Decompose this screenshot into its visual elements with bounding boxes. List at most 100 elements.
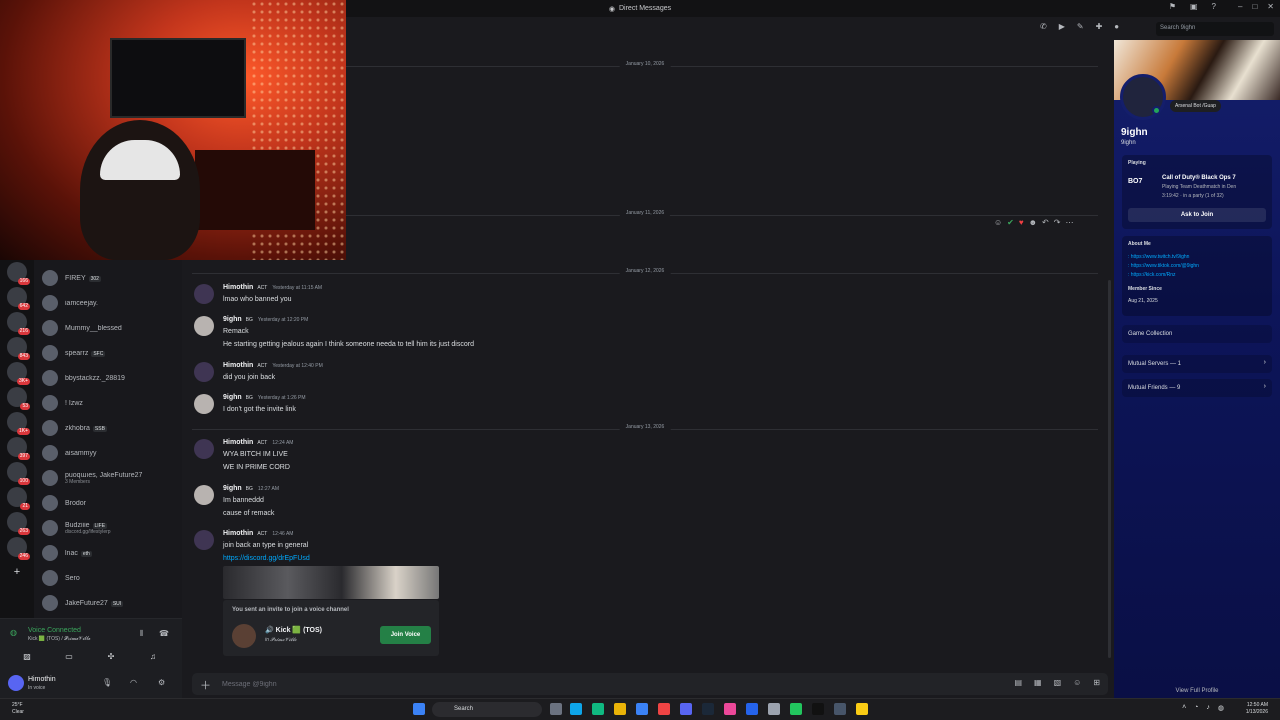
join-voice-button[interactable]: Join Voice [380,626,431,644]
message-author[interactable]: Himothin [223,530,253,537]
search-input[interactable]: Search 9ighn [1156,22,1274,36]
user-profile-icon[interactable]: ● [1114,22,1119,31]
server-icon[interactable]: 100 [7,462,30,485]
avatar[interactable] [194,394,214,414]
server-icon[interactable]: 216 [7,312,30,335]
video-call-icon[interactable]: ▶ [1059,22,1065,31]
add-reaction-icon[interactable]: ☻ [1029,218,1037,227]
dm-item[interactable]: bbystackzz._28819 [42,367,178,389]
disconnect-icon[interactable]: ☎ [159,629,169,638]
explorer-icon[interactable] [614,703,626,715]
invite-link[interactable]: https://discord.gg/drEpFUsd [223,555,310,562]
sticker-icon[interactable]: ▧ [1054,678,1062,687]
server-icon[interactable]: 1K+ [7,412,30,435]
avatar[interactable] [194,485,214,505]
obs-icon[interactable] [768,703,780,715]
message-author[interactable]: Himothin [223,439,253,446]
bell-icon[interactable]: ◍ [1218,704,1224,712]
settings-gear-icon[interactable]: ⚙ [158,678,165,687]
task-view-icon[interactable] [550,703,562,715]
close-icon[interactable]: ✕ [1267,2,1274,11]
kick-link[interactable]: : https://kick.com/Rnz [1128,272,1176,278]
avatar[interactable] [194,439,214,459]
game-collection-row[interactable]: Game Collection [1122,325,1272,343]
network-icon[interactable]: ◔ [1194,704,1198,712]
taskbar-search[interactable]: Search [432,702,542,717]
reaction-laugh-icon[interactable]: ☺ [994,218,1002,227]
maximize-icon[interactable]: □ [1252,2,1257,11]
discord-taskbar-icon[interactable] [680,703,692,715]
system-clock[interactable]: 12:50 AM 1/13/2026 [1246,702,1268,716]
emoji-icon[interactable]: ☺ [1073,678,1081,687]
server-icon[interactable]: 21 [7,487,30,510]
mutual-servers-row[interactable]: Mutual Servers — 1 › [1122,355,1272,373]
headphones-icon[interactable]: ◠ [130,678,137,687]
server-icon[interactable]: 397 [7,437,30,460]
screenshare-button[interactable]: ▭ [52,649,86,663]
mutual-friends-row[interactable]: Mutual Friends — 9 › [1122,379,1272,397]
microphone-icon[interactable]: 🎙 [102,678,112,687]
weather-widget[interactable]: 25°F Clear [12,702,24,716]
inbox-icon[interactable]: ⚑ [1169,2,1176,11]
volume-icon[interactable]: ♪ [1206,704,1210,712]
edge-icon[interactable] [570,703,582,715]
attach-plus-icon[interactable]: ＋ [200,677,211,693]
message-author[interactable]: 9ighn [223,394,242,401]
soundboard-button[interactable]: ♫ [136,649,170,663]
apps-icon[interactable]: ⊞ [1093,678,1100,687]
embed-image[interactable] [223,566,439,599]
activities-button[interactable]: ✣ [94,649,128,663]
dm-item[interactable]: lnac eth [42,542,178,564]
camera-button[interactable]: ▨ [10,649,44,663]
user-name[interactable]: Himothin [28,676,56,683]
chevron-up-icon[interactable]: ˄ [1182,704,1186,712]
server-icon[interactable]: 246 [7,537,30,560]
dm-item[interactable]: FIREY 302 [42,267,178,289]
message-input[interactable] [222,677,982,691]
reply-icon[interactable]: ↶ [1042,218,1049,227]
pin-icon[interactable]: ✎ [1077,22,1084,31]
app-icon[interactable] [790,703,802,715]
more-icon[interactable]: ⋯ [1065,218,1073,227]
signal-icon[interactable]: ◍ [10,628,17,637]
voice-status[interactable]: Voice Connected [28,627,81,634]
dm-item[interactable]: JakeFuture27 SUI [42,592,178,614]
view-full-profile-link[interactable]: View Full Profile [1114,688,1280,694]
server-icon[interactable]: 843 [7,337,30,360]
avatar[interactable] [194,530,214,550]
reaction-check-icon[interactable]: ✔ [1007,218,1014,227]
ask-to-join-button[interactable]: Ask to Join [1128,208,1266,222]
add-friends-icon[interactable]: ✚ [1096,22,1103,31]
add-server-icon[interactable]: + [7,562,27,582]
dm-item[interactable]: iamceejay. [42,292,178,314]
instagram-icon[interactable] [724,703,736,715]
voice-call-icon[interactable]: ✆ [1040,22,1047,31]
app-icon[interactable] [746,703,758,715]
chrome-icon[interactable] [658,703,670,715]
server-icon[interactable]: 263 [7,512,30,535]
tiktok-icon[interactable] [812,703,824,715]
minimize-icon[interactable]: – [1238,2,1242,11]
dm-item[interactable]: Sero [42,567,178,589]
dm-item[interactable]: Budziiie LIFE discord.gg/lifestylerp [42,517,178,539]
help-icon[interactable]: ? [1212,2,1216,11]
gif-icon[interactable]: ▦ [1034,678,1042,687]
twitch-link[interactable]: : https://www.twitch.tv/9ighn [1128,254,1189,260]
avatar[interactable] [194,316,214,336]
message-author[interactable]: 9ighn [223,316,242,323]
screen-icon[interactable]: ▣ [1190,2,1198,11]
message-author[interactable]: Himothin [223,284,253,291]
reaction-heart-icon[interactable]: ♥ [1019,218,1024,227]
dm-item[interactable]: Mummy__blessed [42,317,178,339]
forward-icon[interactable]: ↷ [1054,218,1061,227]
message-author[interactable]: 9ighn [223,485,242,492]
server-icon[interactable]: 53 [7,387,30,410]
copilot-icon[interactable] [592,703,604,715]
dm-item[interactable]: aisammyy [42,442,178,464]
dm-group-item[interactable]: puoqɯıes, JakeFuture27 3 Members [42,467,178,489]
gift-icon[interactable]: ▤ [1014,678,1022,687]
server-icon[interactable]: 642 [7,287,30,310]
server-icon[interactable]: 3K+ [7,362,30,385]
message-author[interactable]: Himothin [223,362,253,369]
avatar[interactable] [194,284,214,304]
